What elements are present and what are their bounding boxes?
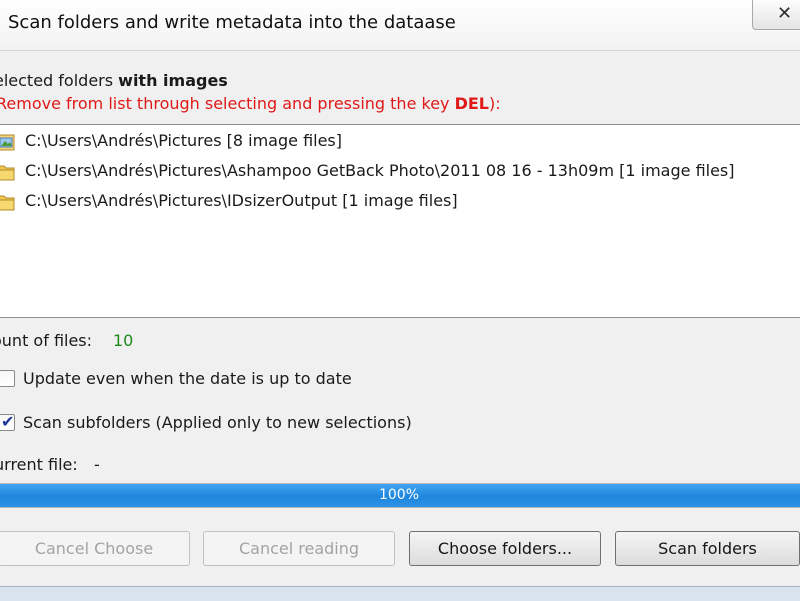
choose-folders-button[interactable]: Choose folders... [409,531,601,566]
progress-text: 100% [378,487,420,503]
current-file-label: urrent file: [0,455,78,474]
folder-path: C:\Users\Andrés\Pictures [8 image files] [25,131,343,150]
remove-hint: Remove from list through selecting and p… [0,94,501,113]
file-count-label: ount of files: [0,331,93,350]
checkmark-icon: ✔ [1,412,15,431]
folders-heading-text: elected folders [0,71,119,90]
window-title: Scan folders and write metadata into the… [8,12,456,33]
pictures-folder-icon [0,134,15,151]
remove-hint-key: DEL [454,94,489,113]
folder-icon [0,195,15,211]
remove-hint-text: Remove from list through selecting and p… [0,94,455,113]
cancel-reading-button[interactable]: Cancel reading [203,531,395,566]
subfolders-checkbox[interactable]: ✔ [0,412,15,431]
folder-path: C:\Users\Andrés\Pictures\IDsizerOutput [… [25,191,458,210]
list-item[interactable]: C:\Users\Andrés\Pictures\IDsizerOutput [… [0,187,799,217]
close-icon: ✕ [777,3,793,24]
update-checkbox[interactable] [0,370,15,387]
folder-list[interactable]: C:\Users\Andrés\Pictures [8 image files]… [0,124,800,318]
scan-folders-button[interactable]: Scan folders [615,531,800,566]
file-count-value: 10 [113,331,134,350]
cancel-choose-button[interactable]: Cancel Choose [0,531,190,566]
window-frame-bottom [0,586,800,601]
current-file-value: - [94,455,100,474]
folders-heading: elected folders with images [0,71,228,90]
close-button[interactable]: ✕ [752,0,800,30]
progress-bar: 100% [0,483,800,508]
title-bar: Scan folders and write metadata into the… [0,0,800,51]
list-item[interactable]: C:\Users\Andrés\Pictures [8 image files] [0,127,799,157]
update-checkbox-label[interactable]: Update even when the date is up to date [23,369,352,388]
folder-icon [0,165,15,181]
folders-heading-bold: with images [118,71,228,90]
list-item[interactable]: C:\Users\Andrés\Pictures\Ashampoo GetBac… [0,157,799,187]
remove-hint-suffix: ): [489,94,501,113]
subfolders-checkbox-label[interactable]: Scan subfolders (Applied only to new sel… [23,413,412,432]
folder-path: C:\Users\Andrés\Pictures\Ashampoo GetBac… [25,161,735,180]
